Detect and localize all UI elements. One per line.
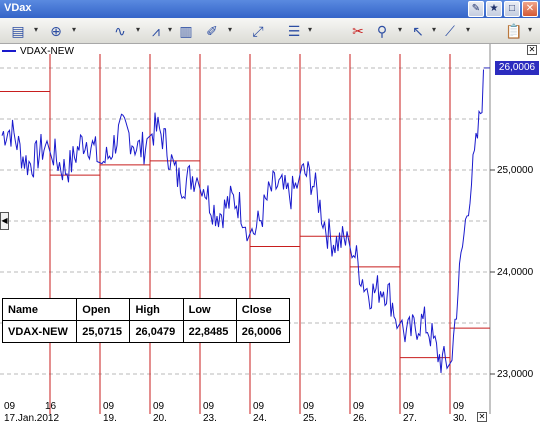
ohlc-header-high: High xyxy=(129,298,184,321)
close-pane-icon[interactable]: ✕ xyxy=(527,45,537,55)
x-tick-date: 30. xyxy=(453,413,467,424)
clipboard-icon[interactable]: 📋 xyxy=(504,21,524,41)
y-tick-label: 24,0000 xyxy=(497,267,534,278)
y-tick-label: 25,0000 xyxy=(497,165,534,176)
favorite-icon[interactable]: ★ xyxy=(486,1,502,17)
x-tick-label: 09 30. xyxy=(453,401,467,425)
legend-line-swatch xyxy=(2,50,16,52)
x-tick-date: 17.Jan.2012 xyxy=(4,413,60,424)
chevron-down-icon[interactable]: ▾ xyxy=(226,23,234,37)
chevron-down-icon[interactable]: ▾ xyxy=(396,23,404,37)
zoom-fit-icon[interactable]: ⤢ xyxy=(248,21,268,41)
chevron-down-icon[interactable]: ▾ xyxy=(306,23,314,37)
ohlc-header-row: Name Open High Low Close xyxy=(1,298,291,321)
window-title: VDax xyxy=(4,2,32,14)
ohlc-header-close: Close xyxy=(235,298,291,321)
chevron-down-icon[interactable]: ▾ xyxy=(430,23,438,37)
delete-icon[interactable]: ✂ xyxy=(348,21,368,41)
x-tick-label: 09 24. xyxy=(253,401,267,425)
x-tick-hour: 09 xyxy=(203,401,215,412)
chevron-down-icon[interactable]: ▾ xyxy=(70,23,78,37)
x-tick-hour: 09 xyxy=(103,401,115,412)
ohlc-value-open: 25,0715 xyxy=(76,320,131,343)
x-tick-label: 09 27. xyxy=(403,401,417,425)
chart-legend: VDAX-NEW xyxy=(2,45,74,57)
x-tick-date: 20. xyxy=(153,413,167,424)
x-tick-label: 09 23. xyxy=(203,401,217,425)
x-tick-hour: 16 xyxy=(45,401,57,412)
x-tick-label: 16 xyxy=(45,401,56,413)
x-tick-hour: 09 xyxy=(303,401,315,412)
x-tick-date: 24. xyxy=(253,413,267,424)
ohlc-value-low: 22,8485 xyxy=(182,320,237,343)
chart-type-icon[interactable]: ▤ xyxy=(8,21,28,41)
maximize-icon[interactable]: □ xyxy=(504,1,520,17)
chart-toolbar: ▤ ▾ ⊕ ▾ ∿ ▾ ⩘ ▾ ▥ ✐ ▾ ⤢ ☰ ▾ ✂ ⚲ ▾ ↖ ▾ ⟋ … xyxy=(0,18,540,44)
legend-series-name: VDAX-NEW xyxy=(20,45,74,57)
x-tick-hour: 09 xyxy=(353,401,365,412)
x-tick-label: 09 20. xyxy=(153,401,167,425)
search-zoom-icon[interactable]: ⚲ xyxy=(372,21,392,41)
x-tick-hour: 09 xyxy=(453,401,465,412)
crosshair-icon[interactable]: ⊕ xyxy=(46,21,66,41)
x-tick-hour: 09 xyxy=(403,401,415,412)
x-tick-hour: 09 xyxy=(153,401,165,412)
chevron-down-icon[interactable]: ▾ xyxy=(464,23,472,37)
chevron-down-icon[interactable]: ▾ xyxy=(166,23,174,37)
x-tick-date: 23. xyxy=(203,413,217,424)
x-tick-label: 09 19. xyxy=(103,401,117,425)
chart-area[interactable]: VDAX-NEW ✕ ◀ 26,0006 25,0000 24,0000 23,… xyxy=(0,44,540,426)
ohlc-header-open: Open xyxy=(76,298,131,321)
line-tool-icon[interactable]: ⟋ xyxy=(440,21,460,41)
close-icon[interactable]: ✕ xyxy=(522,1,538,17)
trend-icon[interactable]: ⩘ xyxy=(146,21,166,41)
scroll-left-handle[interactable]: ◀ xyxy=(0,212,9,230)
ohlc-info-table: Name Open High Low Close VDAX-NEW 25,071… xyxy=(1,298,291,343)
ohlc-header-low: Low xyxy=(182,298,237,321)
pin-icon[interactable]: ✎ xyxy=(468,1,484,17)
y-tick-label: 23,0000 xyxy=(497,369,534,380)
ohlc-value-high: 26,0479 xyxy=(129,320,184,343)
chevron-down-icon[interactable]: ▾ xyxy=(526,23,534,37)
bar-volume-icon[interactable]: ▥ xyxy=(176,21,196,41)
x-tick-hour: 09 xyxy=(253,401,265,412)
x-tick-label: 09 26. xyxy=(353,401,367,425)
reset-view-icon[interactable]: ✕ xyxy=(477,412,487,422)
window-titlebar: VDax ✎ ★ □ ✕ xyxy=(0,0,540,18)
price-chart[interactable] xyxy=(0,44,540,426)
window-controls: ✎ ★ □ ✕ xyxy=(468,1,538,17)
ohlc-value-close: 26,0006 xyxy=(235,320,291,343)
chevron-down-icon[interactable]: ▾ xyxy=(134,23,142,37)
x-tick-date: 19. xyxy=(103,413,117,424)
x-tick-date: 26. xyxy=(353,413,367,424)
x-tick-date: 27. xyxy=(403,413,417,424)
indicator-line-icon[interactable]: ∿ xyxy=(110,21,130,41)
grid-lines-icon[interactable]: ☰ xyxy=(284,21,304,41)
x-tick-date: 25. xyxy=(303,413,317,424)
pointer-icon[interactable]: ↖ xyxy=(408,21,428,41)
ohlc-value-name: VDAX-NEW xyxy=(1,320,78,343)
draw-icon[interactable]: ✐ xyxy=(202,21,222,41)
ohlc-header-name: Name xyxy=(1,298,78,321)
ohlc-value-row: VDAX-NEW 25,0715 26,0479 22,8485 26,0006 xyxy=(1,320,291,343)
last-price-tag: 26,0006 xyxy=(495,61,539,75)
x-tick-label: 09 25. xyxy=(303,401,317,425)
chevron-down-icon[interactable]: ▾ xyxy=(32,23,40,37)
